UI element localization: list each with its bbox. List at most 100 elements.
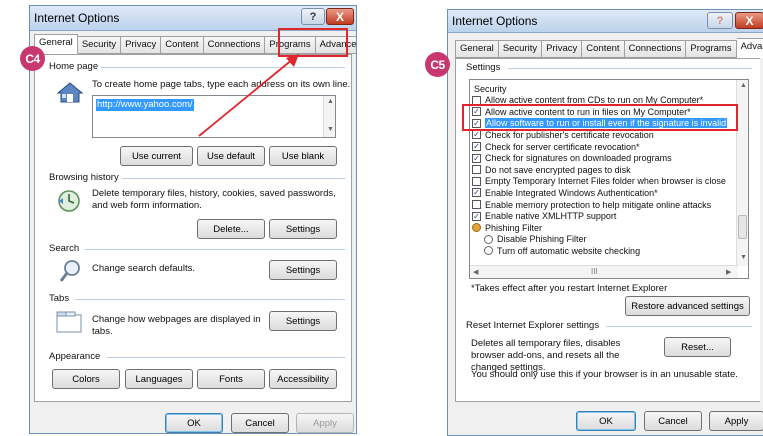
tree-item-label: Enable native XMLHTTP support xyxy=(485,211,617,222)
search-settings-button[interactable]: Settings xyxy=(269,260,337,280)
window-title: Internet Options xyxy=(34,11,120,25)
tree-item-label: Turn off automatic website checking xyxy=(497,245,641,256)
tree-item-label: Enable Integrated Windows Authentication… xyxy=(485,187,658,198)
tree-item-label: Enable memory protection to help mitigat… xyxy=(485,199,712,210)
home-page-url: http://www.yahoo.com/ xyxy=(96,99,194,111)
tree-item[interactable]: Turn off automatic website checking xyxy=(484,245,640,256)
scroll-thumb-grip[interactable]: III xyxy=(591,266,598,278)
scroll-up-icon[interactable]: ▲ xyxy=(740,82,747,89)
group-divider xyxy=(121,178,345,179)
tree-item[interactable]: Phishing Filter xyxy=(472,222,542,233)
url-scrollbar[interactable]: ▲ ▼ xyxy=(323,96,335,137)
tab-programs[interactable]: Programs xyxy=(686,40,737,58)
tab-connections[interactable]: Connections xyxy=(624,40,687,58)
settings-label: Settings xyxy=(466,62,504,73)
tree-item[interactable]: Empty Temporary Internet Files folder wh… xyxy=(472,176,726,187)
tab-privacy[interactable]: Privacy xyxy=(121,36,162,54)
browsing-history-description: Delete temporary files, history, cookies… xyxy=(92,188,336,211)
reset-button[interactable]: Reset... xyxy=(664,337,731,357)
reset-warning: You should only use this if your browser… xyxy=(471,369,738,380)
checkbox-checked[interactable]: ✓ xyxy=(472,142,481,151)
restart-note: *Takes effect after you restart Internet… xyxy=(471,283,668,294)
tree-item[interactable]: Enable memory protection to help mitigat… xyxy=(472,199,711,210)
tree-item-label: Do not save encrypted pages to disk xyxy=(485,164,631,175)
scroll-down-icon[interactable]: ▼ xyxy=(740,254,747,261)
checkbox-checked[interactable]: ✓ xyxy=(472,130,481,140)
tree-horizontal-scrollbar[interactable]: ◀ III ▶ xyxy=(470,265,738,278)
search-label: Search xyxy=(49,243,83,254)
magnifier-icon xyxy=(59,260,80,282)
checkbox-checked[interactable]: ✓ xyxy=(472,211,481,221)
checkbox-checked[interactable]: ✓ xyxy=(472,188,481,198)
languages-button[interactable]: Languages xyxy=(125,369,193,389)
tab-security[interactable]: Security xyxy=(498,40,543,58)
checkbox-unchecked[interactable] xyxy=(472,200,481,209)
browsing-history-label: Browsing history xyxy=(49,172,122,183)
help-button[interactable]: ? xyxy=(707,12,733,29)
history-settings-button[interactable]: Settings xyxy=(269,219,337,239)
tab-strip: General Security Privacy Content Connect… xyxy=(455,38,763,58)
use-current-button[interactable]: Use current xyxy=(120,146,193,166)
search-description: Change search defaults. xyxy=(92,263,195,274)
tab-general[interactable]: General xyxy=(455,40,499,58)
tabs-label: Tabs xyxy=(49,293,73,304)
checkbox-unchecked[interactable] xyxy=(472,176,481,186)
internet-options-window-left: Internet Options ? X General Security Pr… xyxy=(29,5,357,434)
use-default-button[interactable]: Use default xyxy=(197,146,265,166)
scroll-right-icon[interactable]: ▶ xyxy=(726,268,731,276)
tree-item[interactable]: Disable Phishing Filter xyxy=(484,234,587,245)
tree-item[interactable]: ✓ Check for server certificate revocation… xyxy=(472,141,640,152)
group-divider xyxy=(107,357,345,358)
tree-item[interactable]: ✓ Check for publisher's certificate revoc… xyxy=(472,129,654,140)
pointer-arrow-icon xyxy=(198,54,299,137)
checkbox-unchecked[interactable] xyxy=(472,165,481,175)
tree-item[interactable]: Do not save encrypted pages to disk xyxy=(472,164,631,175)
tree-item[interactable]: ✓ Enable native XMLHTTP support xyxy=(472,211,616,222)
history-clock-icon xyxy=(58,190,80,212)
radio-button[interactable] xyxy=(484,234,493,244)
title-bar[interactable]: Internet Options ? X xyxy=(448,10,763,33)
close-icon: X xyxy=(335,9,344,24)
fonts-button[interactable]: Fonts xyxy=(197,369,265,389)
tabs-settings-button[interactable]: Settings xyxy=(269,311,337,331)
scroll-left-icon[interactable]: ◀ xyxy=(473,268,478,276)
colors-button[interactable]: Colors xyxy=(52,369,120,389)
scroll-thumb[interactable] xyxy=(738,215,747,239)
radio-button[interactable] xyxy=(484,246,493,256)
apply-button: Apply xyxy=(296,413,354,433)
callout-c4: C4 xyxy=(20,46,45,71)
group-divider xyxy=(508,68,752,69)
security-options-highlight xyxy=(462,104,738,131)
window-title: Internet Options xyxy=(452,14,538,28)
help-button[interactable]: ? xyxy=(301,8,325,25)
cancel-button[interactable]: Cancel xyxy=(231,413,289,433)
tab-privacy[interactable]: Privacy xyxy=(542,40,583,58)
apply-button[interactable]: Apply xyxy=(709,411,763,431)
checkbox-checked[interactable]: ✓ xyxy=(472,153,481,163)
home-page-label: Home page xyxy=(49,61,102,72)
reset-settings-label: Reset Internet Explorer settings xyxy=(466,320,603,331)
scroll-down-icon[interactable]: ▼ xyxy=(327,126,334,133)
tree-item-label: Phishing Filter xyxy=(485,222,543,233)
delete-history-button[interactable]: Delete... xyxy=(197,219,265,239)
scroll-up-icon[interactable]: ▲ xyxy=(327,98,334,105)
tab-content[interactable]: Content xyxy=(582,40,625,58)
close-button[interactable]: X xyxy=(326,8,354,25)
tree-item[interactable]: ✓ Enable Integrated Windows Authenticatio… xyxy=(472,187,658,198)
tabs-description: Change how webpages are displayed in tab… xyxy=(92,314,261,337)
tree-item-label: Empty Temporary Internet Files folder wh… xyxy=(485,176,726,187)
tree-item[interactable]: ✓ Check for signatures on downloaded prog… xyxy=(472,153,672,164)
group-divider xyxy=(606,326,752,327)
restore-advanced-settings-button[interactable]: Restore advanced settings xyxy=(625,296,750,316)
ok-button[interactable]: OK xyxy=(165,413,223,433)
tree-item-label: Check for server certificate revocation* xyxy=(485,141,640,152)
use-blank-button[interactable]: Use blank xyxy=(269,146,337,166)
tab-advanced[interactable]: Advanced xyxy=(736,38,763,58)
cancel-button[interactable]: Cancel xyxy=(644,411,702,431)
accessibility-button[interactable]: Accessibility xyxy=(269,369,337,389)
tabs-icon xyxy=(56,311,82,333)
close-button[interactable]: X xyxy=(735,12,763,29)
tab-security[interactable]: Security xyxy=(77,36,122,54)
house-icon xyxy=(57,82,83,103)
ok-button[interactable]: OK xyxy=(576,411,636,431)
